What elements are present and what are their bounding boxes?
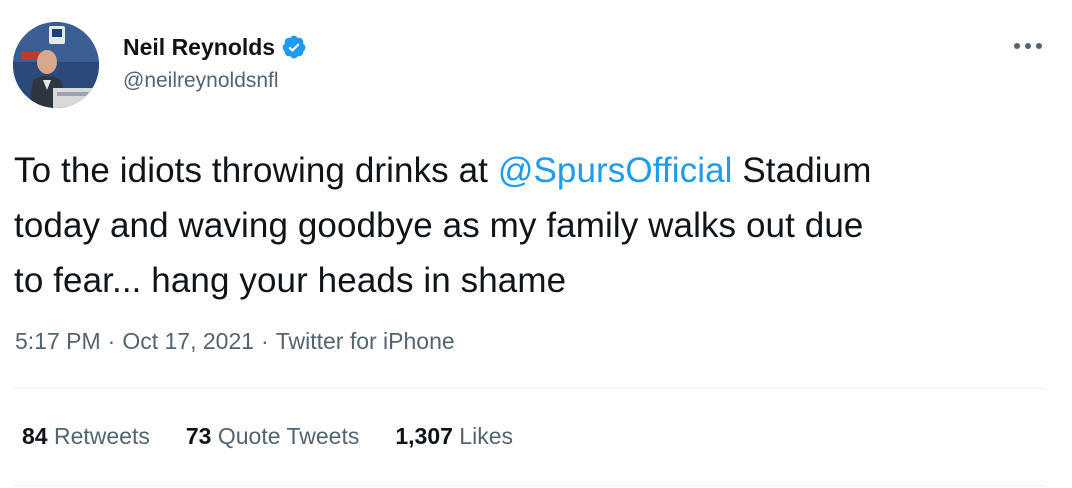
more-dots-icon [1014, 43, 1042, 49]
more-options-button[interactable] [1008, 34, 1048, 58]
author-handle[interactable]: @neilreynoldsnfl [123, 68, 279, 94]
tweet-text-part: To the idiots throwing drinks at [14, 151, 498, 190]
author-avatar[interactable] [13, 22, 99, 108]
divider [14, 485, 1046, 486]
tweet-text-line: to fear... hang your heads in shame [14, 261, 567, 300]
divider [14, 388, 1046, 389]
likes-count: 1,307 [395, 423, 453, 449]
verified-badge-icon [281, 34, 307, 60]
quote-tweets-label: Quote Tweets [217, 423, 360, 449]
meta-separator: · [107, 328, 116, 354]
tweet-text-part: Stadium [732, 151, 872, 190]
quote-tweets-count: 73 [185, 423, 212, 449]
retweets-stat[interactable]: 84 Retweets [22, 421, 150, 451]
tweet-date[interactable]: Oct 17, 2021 [122, 326, 254, 356]
tweet-text: To the idiots throwing drinks at @SpursO… [14, 143, 1054, 308]
retweets-label: Retweets [53, 423, 150, 449]
likes-stat[interactable]: 1,307 Likes [395, 421, 513, 451]
mention-link[interactable]: @SpursOfficial [498, 151, 733, 190]
tweet-time[interactable]: 5:17 PM [15, 326, 101, 356]
retweets-count: 84 [22, 423, 48, 449]
tweet-text-line: today and waving goodbye as my family wa… [14, 206, 864, 245]
tweet-source[interactable]: Twitter for iPhone [276, 326, 455, 356]
likes-label: Likes [459, 423, 513, 449]
quote-tweets-stat[interactable]: 73 Quote Tweets [186, 421, 359, 451]
tweet-meta: 5:17 PM · Oct 17, 2021 · Twitter for iPh… [15, 326, 455, 356]
meta-separator: · [261, 328, 269, 354]
author-display-name[interactable]: Neil Reynolds [123, 33, 275, 61]
tweet-card: Neil Reynolds @neilreynoldsnfl To the id… [0, 0, 1072, 488]
author-name-row: Neil Reynolds [123, 33, 307, 61]
avatar-photo-icon [13, 22, 99, 108]
tweet-stats: 84 Retweets 73 Quote Tweets 1,307 Likes [22, 421, 513, 451]
